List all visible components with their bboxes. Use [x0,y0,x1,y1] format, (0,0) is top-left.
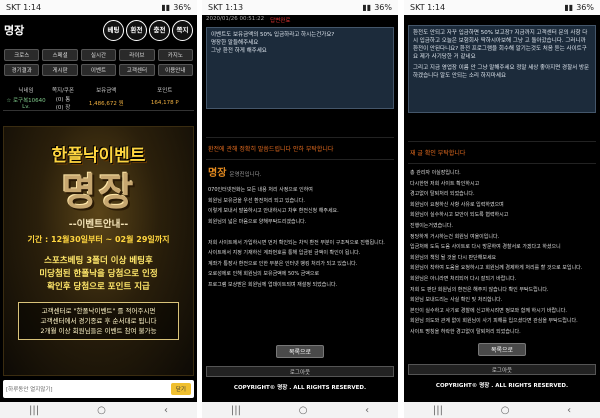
site-logo[interactable]: 명장 [4,22,24,38]
menu-item[interactable]: 라이브 [119,49,155,61]
event-notice-box: 고객센터로 "한폴낙이벤트" 를 적어주시면 고객센터에서 경기종료 후 순서대… [18,302,179,340]
message-button[interactable]: 쪽지 [172,19,193,41]
answer-author: 명장 운영진입니다. [208,168,262,179]
battery-level: 36% [576,3,594,12]
bet-button[interactable]: 베팅 [103,19,124,41]
quick-buttons: 베팅 환전 충전 쪽지 [103,19,193,41]
balance-amount: 1,486,672 원 [88,101,124,107]
back-icon[interactable]: ‹ [365,405,369,416]
event-popup: 한폴낙이벤트 명장 --이벤트안내-- 기간 : 12월30일부터 ~ 02월 … [3,126,194,376]
menu-item[interactable]: 고객센터 [119,64,155,76]
withdraw-button[interactable]: 환전 [126,19,147,41]
menu-item[interactable]: 실시간 [80,49,117,61]
popup-footer-bar: [하루동안 열지않기] 닫기 [3,380,194,398]
close-popup-button[interactable]: 닫기 [170,383,191,395]
battery-level: 36% [374,3,392,12]
recent-apps-icon[interactable]: ||| [231,405,241,416]
home-icon[interactable]: ○ [299,405,308,416]
inquiry-status: 답변완료 [270,18,291,24]
info-header-row: 닉네임 쪽지/쿠폰 보유금액 포인트 [18,87,173,94]
status-time: SKT 1:13 [208,3,244,12]
logout-button[interactable]: 로그아웃 [408,364,596,375]
status-bar: SKT 1:14 ▮▮ 36% [0,0,197,15]
question-box: 환전도 안되고 자꾸 입금하면 50% 보고장? 지금까지 고객센터 문의 사항… [408,25,596,113]
coupon-count[interactable]: (0) 통 (0) 장 [49,95,77,111]
status-bar: SKT 1:13 ▮▮ 36% [202,0,398,15]
back-to-list-button[interactable]: 목록으로 [276,345,324,358]
recent-apps-icon[interactable]: ||| [29,405,39,416]
hide-today-checkbox[interactable]: [하루동안 열지않기] [6,385,53,393]
answer-text: 070인터넷전화는 모든 내용 처리 사정으로 인하여 회원님 보유금을 우선 … [208,187,385,288]
status-time: SKT 1:14 [6,3,42,12]
event-title: 한폴낙이벤트 [51,146,146,166]
user-nickname: ☆ 로구복10640 Lv. [6,98,46,110]
question-box: 이벤트도 보유금액의 50% 입금하라고 하시는건가요? 명장한 말들해주세요 … [206,27,394,109]
home-icon[interactable]: ○ [97,405,106,416]
menu-item[interactable]: 이벤트 [80,64,117,76]
home-icon[interactable]: ○ [501,405,510,416]
signal-icon: ▮▮ [564,3,574,12]
main-menu: 크로스 스페셜 실시간 라이브 카지노 경기결과 게시판 이벤트 고객센터 이용… [0,45,197,80]
user-info-table: 닉네임 쪽지/쿠폰 보유금액 포인트 ☆ 로구복10640 Lv. (0) 통 … [3,84,194,112]
inquiry-date: 2020/01/26 00:51:22 [206,16,265,22]
status-time: SKT 1:14 [410,3,446,12]
menu-item[interactable]: 경기결과 [4,64,40,76]
copyright-text: COPYRIGHT© 명장 . ALL RIGHTS RESERVED. [435,383,569,389]
deposit-button[interactable]: 충전 [149,19,170,41]
back-icon[interactable]: ‹ [567,405,571,416]
back-icon[interactable]: ‹ [164,405,168,416]
panel-main-page: SKT 1:14 ▮▮ 36% 명장 베팅 환전 충전 쪽지 크로스 스페셜 실… [0,0,197,418]
info-value-row: ☆ 로구복10640 Lv. (0) 통 (0) 장 1,486,672 원 1… [3,95,194,111]
android-nav-bar: ||| ○ ‹ [404,402,600,418]
answer-subject: 환전에 관해 정확히 말씀드립니다 안하 부탁합니다 [208,146,334,153]
event-period: 기간 : 12월30일부터 ~ 02월 29일까지 [27,235,170,244]
menu-item[interactable]: 크로스 [4,49,40,61]
event-description: 스포츠베팅 3폴더 이상 베팅후 미당첨된 한폴낙을 당첨으로 인정 확인후 당… [39,256,158,292]
panel-inquiry-detail-2: SKT 1:14 ▮▮ 36% 환전도 안되고 자꾸 입금하면 50% 보고장?… [404,0,600,418]
recent-apps-icon[interactable]: ||| [433,405,443,416]
copyright-text: COPYRIGHT© 명장 . ALL RIGHTS RESERVED. [233,385,367,391]
event-subtitle: --이벤트안내-- [68,219,129,230]
event-logo-text: 명장 [61,170,136,214]
panel-inquiry-detail: SKT 1:13 ▮▮ 36% 2020/01/26 00:51:22 답변완료… [202,0,398,418]
menu-item[interactable]: 카지노 [157,49,193,61]
answer-body: 명장 운영진입니다. 070인터넷전화는 모든 내용 처리 사정으로 인하여 회원… [206,160,394,294]
points-amount: 164,178 P [150,100,179,106]
inquiry-meta: 2020/01/26 00:51:22 답변완료 [202,15,398,24]
menu-item[interactable]: 스페셜 [42,49,78,61]
divider [3,110,194,111]
site-header: 명장 베팅 환전 충전 쪽지 [0,15,197,45]
menu-item[interactable]: 이용안내 [157,64,193,76]
android-nav-bar: ||| ○ ‹ [202,402,398,418]
answer-text: 총 관리자 이실장입니다. 다시한번 저희 사이트 확인하시고 경고없이 탈퇴처… [410,170,583,335]
menu-item[interactable]: 게시판 [42,64,78,76]
signal-icon: ▮▮ [161,3,171,12]
signal-icon: ▮▮ [362,3,372,12]
back-to-list-button[interactable]: 목록으로 [478,343,526,356]
battery-level: 36% [173,3,191,12]
status-bar: SKT 1:14 ▮▮ 36% [404,0,600,15]
answer-body: 총 관리자 이실장입니다. 다시한번 저희 사이트 확인하시고 경고없이 탈퇴처… [408,164,596,342]
answer-subject: 재 글 확인 부탁합니다 [410,150,466,157]
logout-button[interactable]: 로그아웃 [206,366,394,377]
android-nav-bar: ||| ○ ‹ [0,402,197,418]
